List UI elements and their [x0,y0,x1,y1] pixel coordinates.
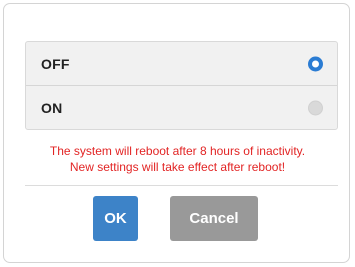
radio-unselected-icon[interactable] [308,100,323,115]
reboot-settings-dialog: OFF ON The system will reboot after 8 ho… [3,3,350,263]
option-off-label: OFF [41,55,70,72]
option-off[interactable]: OFF [26,42,337,86]
option-on-label: ON [41,99,63,116]
warning-line-2: New settings will take effect after rebo… [69,160,286,174]
radio-selected-icon[interactable] [308,56,323,71]
cancel-button[interactable]: Cancel [170,196,258,241]
reboot-warning-message: The system will reboot after 8 hours of … [4,143,351,175]
warning-line-1: The system will reboot after 8 hours of … [49,144,306,158]
divider [25,185,338,186]
reboot-options-list: OFF ON [25,41,338,130]
ok-button[interactable]: OK [93,196,138,241]
option-on[interactable]: ON [26,86,337,129]
page: OFF ON The system will reboot after 8 ho… [0,0,355,267]
